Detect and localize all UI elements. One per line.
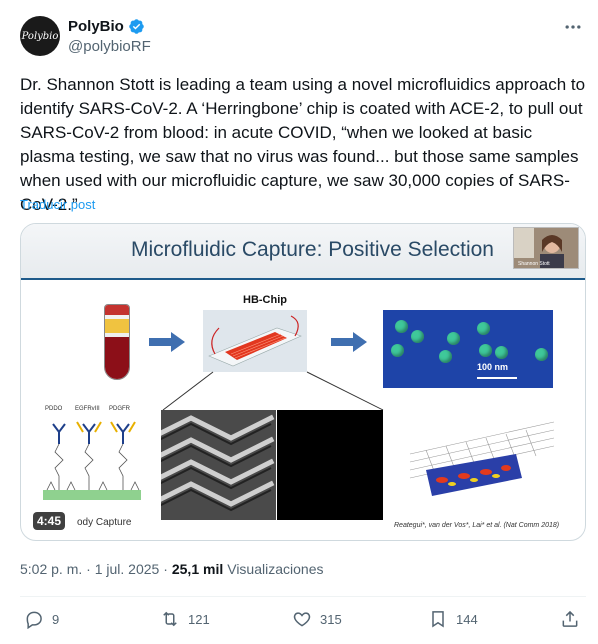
repost-count: 121 xyxy=(188,611,210,627)
views-label: Visualizaciones xyxy=(227,561,324,577)
author-name[interactable]: PolyBio xyxy=(68,18,145,35)
antibody-diagram xyxy=(43,421,141,500)
avatar[interactable]: Polybio xyxy=(20,16,60,56)
like-count: 315 xyxy=(320,611,342,627)
bookmark-icon xyxy=(432,611,444,628)
repost-icon xyxy=(163,611,177,627)
like-button[interactable]: 315 xyxy=(292,609,342,629)
video-media[interactable]: Microfluidic Capture: Positive Selection… xyxy=(20,223,586,541)
author-handle[interactable]: @polybioRF xyxy=(68,38,151,55)
reply-button[interactable]: 9 xyxy=(24,609,59,629)
tweet-meta: 5:02 p. m. · 1 jul. 2025 · 25,1 mil Visu… xyxy=(20,561,323,577)
dark-video-panel xyxy=(277,410,383,520)
timestamp[interactable]: 5:02 p. m. · 1 jul. 2025 · xyxy=(20,561,168,577)
herringbone-sem-image xyxy=(161,410,276,520)
heart-icon xyxy=(293,612,311,627)
views-count: 25,1 mil xyxy=(171,561,224,577)
antibody-caption: ody Capture xyxy=(77,517,132,528)
action-bar: 9 121 315 144 xyxy=(20,609,586,633)
bookmark-count: 144 xyxy=(456,611,478,627)
share-button[interactable] xyxy=(560,609,580,629)
slide-citation: Reategui*, van der Vos*, Lai* et al. (Na… xyxy=(394,522,560,529)
translate-post-link[interactable]: Traducir post xyxy=(20,197,95,212)
antibody-label-3: PDGFR xyxy=(109,406,130,412)
more-options-icon[interactable] xyxy=(562,16,584,38)
reply-count: 9 xyxy=(52,611,60,627)
antibody-label-2: EGFRvIII xyxy=(75,406,100,412)
verified-badge-icon xyxy=(129,19,144,34)
flow-simulation-image xyxy=(406,414,554,498)
tweet-text: Dr. Shannon Stott is leading a team usin… xyxy=(20,75,586,214)
share-icon xyxy=(562,610,578,627)
bookmark-button[interactable]: 144 xyxy=(428,609,478,629)
reply-icon xyxy=(26,611,42,629)
repost-button[interactable]: 121 xyxy=(160,609,210,629)
author-name-text[interactable]: PolyBio xyxy=(68,18,124,35)
antibody-label-1: PDDO xyxy=(45,406,63,412)
video-duration-badge: 4:45 xyxy=(33,512,66,530)
divider xyxy=(20,596,586,597)
